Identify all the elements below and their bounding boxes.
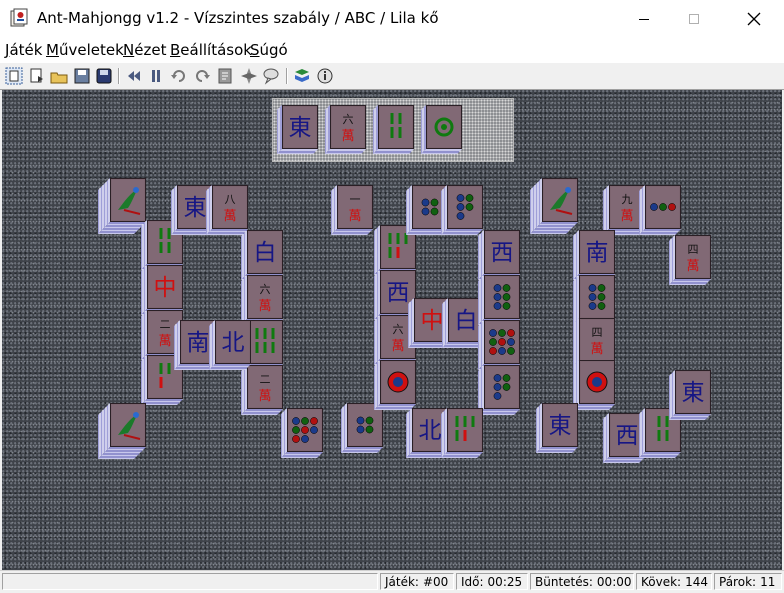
maximize-icon [689, 14, 699, 24]
svg-text:六: 六 [343, 113, 354, 126]
shuffle-icon[interactable] [240, 67, 258, 85]
matched-pair-tray: 東六萬 [272, 98, 514, 162]
load-icon[interactable] [50, 67, 68, 85]
minimize-icon [639, 19, 649, 20]
tray-tile [373, 105, 414, 158]
app-icon [10, 8, 28, 27]
svg-text:四: 四 [592, 326, 603, 339]
svg-text:東: 東 [184, 195, 207, 221]
svg-text:中: 中 [154, 275, 177, 301]
open-game-icon[interactable] [28, 67, 46, 85]
svg-text:二: 二 [160, 318, 171, 331]
svg-text:八: 八 [225, 193, 236, 206]
mahjong-tile[interactable] [98, 403, 146, 463]
game-board[interactable]: 東六萬 中二萬東八萬白六萬二萬南北一萬西六萬中白西北九萬四萬南四萬東西東 [2, 90, 782, 570]
undo-icon[interactable] [170, 67, 188, 85]
maximize-button[interactable] [666, 0, 722, 38]
toolbar [0, 63, 784, 90]
menu-bar: Játék Műveletek Nézet Beállítások Súgó [0, 38, 784, 63]
svg-text:萬: 萬 [348, 209, 361, 224]
title-bar: Ant-Mahjongg v1.2 - Vízszintes szabály /… [0, 0, 784, 38]
svg-text:白: 白 [455, 308, 478, 334]
mahjong-tile[interactable] [478, 365, 520, 419]
close-button[interactable] [726, 0, 782, 38]
svg-text:萬: 萬 [620, 209, 633, 224]
svg-text:萬: 萬 [223, 209, 236, 224]
mahjong-tile[interactable]: 北 [209, 320, 251, 374]
tray-tile [421, 105, 462, 158]
status-penalty: Büntetés: 00:00 [530, 573, 634, 590]
svg-text:北: 北 [222, 330, 245, 356]
minimize-button[interactable] [616, 0, 672, 38]
svg-text:東: 東 [289, 115, 312, 141]
mahjong-tile[interactable] [639, 185, 681, 239]
mahjong-tile[interactable] [530, 178, 578, 238]
status-time: Idő: 00:25 [456, 573, 528, 590]
redo-icon[interactable] [193, 67, 211, 85]
window-title: Ant-Mahjongg v1.2 - Vízszintes szabály /… [37, 9, 439, 27]
info-icon[interactable] [316, 67, 334, 85]
svg-text:西: 西 [387, 280, 410, 306]
chat-icon[interactable] [262, 67, 280, 85]
svg-text:六: 六 [260, 283, 271, 296]
svg-text:萬: 萬 [158, 334, 171, 349]
svg-text:白: 白 [254, 240, 277, 266]
svg-text:萬: 萬 [258, 299, 271, 314]
status-message [2, 573, 378, 590]
menu-help[interactable]: Súgó [250, 41, 288, 59]
svg-text:北: 北 [419, 418, 442, 444]
mahjong-tile[interactable] [441, 185, 483, 239]
mahjong-tile[interactable] [281, 408, 323, 462]
svg-text:四: 四 [688, 243, 699, 256]
mahjong-tile[interactable]: 東 [536, 403, 578, 457]
mahjong-tile[interactable] [441, 408, 483, 462]
mahjong-tile[interactable] [374, 360, 416, 414]
mahjong-tile[interactable]: 四萬 [669, 235, 711, 289]
pause-icon[interactable] [147, 67, 165, 85]
svg-text:二: 二 [260, 373, 271, 386]
mahjong-tile[interactable] [573, 360, 615, 414]
menu-view[interactable]: Nézet [123, 41, 166, 59]
mahjong-tile[interactable]: 東 [669, 370, 711, 424]
svg-text:萬: 萬 [686, 259, 699, 274]
menu-game[interactable]: Játék [5, 41, 42, 59]
svg-text:南: 南 [187, 330, 210, 356]
svg-text:西: 西 [616, 423, 639, 449]
svg-text:東: 東 [549, 413, 572, 439]
save-icon[interactable] [73, 67, 91, 85]
save-as-icon[interactable] [95, 67, 113, 85]
svg-text:六: 六 [393, 323, 404, 336]
svg-text:西: 西 [491, 240, 514, 266]
svg-text:萬: 萬 [341, 129, 354, 144]
status-bar: Játék: #00 Idő: 00:25 Büntetés: 00:00 Kövek… [0, 570, 784, 593]
status-stones: Kövek: 144 [636, 573, 712, 590]
status-pairs: Párok: 11 [714, 573, 782, 590]
svg-text:一: 一 [350, 193, 361, 206]
svg-text:中: 中 [421, 308, 444, 334]
svg-text:九: 九 [622, 193, 633, 206]
rewind-icon[interactable] [125, 67, 143, 85]
menu-operations[interactable]: Műveletek [46, 41, 124, 59]
mahjong-tile[interactable]: 一萬 [331, 185, 373, 239]
close-icon [747, 12, 761, 26]
hint-icon[interactable] [216, 67, 234, 85]
mahjong-tile[interactable] [98, 178, 146, 238]
svg-text:萬: 萬 [391, 339, 404, 354]
help-book-icon[interactable] [293, 67, 311, 85]
svg-text:萬: 萬 [590, 342, 603, 357]
new-game-icon[interactable] [5, 67, 23, 85]
status-game: Játék: #00 [380, 573, 454, 590]
svg-text:南: 南 [586, 240, 609, 266]
svg-text:東: 東 [682, 380, 705, 406]
menu-settings[interactable]: Beállítások [170, 41, 252, 59]
tray-tile: 東 [277, 105, 318, 158]
svg-text:萬: 萬 [258, 389, 271, 404]
tray-tile: 六萬 [325, 105, 366, 158]
